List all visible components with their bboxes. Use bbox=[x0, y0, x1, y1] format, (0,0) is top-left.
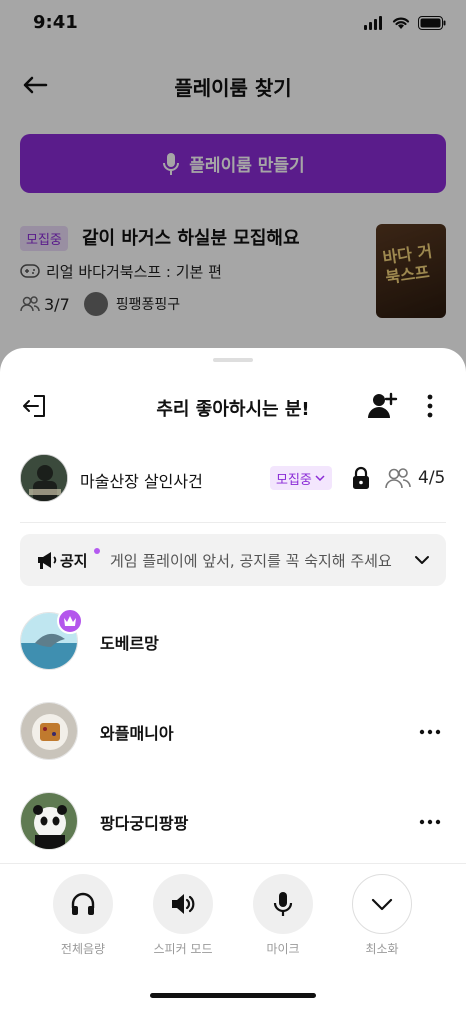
minimize-button[interactable] bbox=[352, 874, 412, 934]
volume-control[interactable]: 전체음량 bbox=[43, 874, 123, 957]
avatar bbox=[20, 702, 78, 760]
controls-divider bbox=[0, 863, 466, 864]
notice-bar[interactable]: 공지 게임 플레이에 앞서, 공지를 꼭 숙지해 주세요 bbox=[20, 534, 446, 586]
megaphone-icon bbox=[38, 552, 57, 569]
game-thumbnail bbox=[20, 454, 68, 502]
avatar bbox=[20, 792, 78, 850]
host-crown-badge bbox=[57, 608, 83, 634]
sheet-header: 추리 좋아하시는 분! bbox=[0, 384, 466, 428]
playroom-bottom-sheet: 추리 좋아하시는 분! 마술산장 살인사건 모집중 4/5 공지 게임 플레이에… bbox=[0, 348, 466, 1009]
game-name: 마술산장 살인사건 bbox=[80, 472, 203, 491]
notice-text: 게임 플레이에 앞서, 공지를 꼭 숙지해 주세요 bbox=[110, 552, 392, 570]
more-vertical-icon[interactable] bbox=[420, 392, 440, 420]
recruit-status-dropdown[interactable]: 모집중 bbox=[270, 466, 332, 490]
add-user-icon[interactable] bbox=[366, 390, 398, 422]
mic-button[interactable] bbox=[253, 874, 313, 934]
member-row[interactable]: 팡다궁디팡팡 bbox=[20, 792, 446, 852]
minimize-label: 최소화 bbox=[365, 942, 399, 956]
more-horizontal-icon[interactable] bbox=[418, 812, 442, 832]
mic-label: 마이크 bbox=[266, 942, 300, 956]
chevron-down-icon bbox=[315, 475, 325, 482]
recruit-status-label: 모집중 bbox=[276, 472, 312, 488]
mic-control[interactable]: 마이크 bbox=[243, 874, 323, 957]
volume-label: 전체음량 bbox=[60, 942, 106, 956]
people-icon bbox=[385, 468, 411, 489]
panda-avatar-art bbox=[21, 793, 77, 849]
divider bbox=[20, 522, 446, 523]
speaker-mode-button[interactable] bbox=[153, 874, 213, 934]
crown-icon bbox=[64, 616, 76, 626]
waffle-avatar-art bbox=[21, 703, 77, 759]
notice-new-dot bbox=[94, 548, 100, 554]
member-row[interactable]: 와플매니아 bbox=[20, 702, 446, 762]
mic-icon bbox=[273, 892, 293, 916]
headphones-icon bbox=[71, 892, 95, 915]
game-info-row: 마술산장 살인사건 모집중 4/5 bbox=[20, 452, 446, 504]
speaker-mode-control[interactable]: 스피커 모드 bbox=[143, 874, 223, 957]
member-row[interactable]: 도베르망 bbox=[20, 608, 446, 672]
lock-icon bbox=[353, 466, 369, 489]
game-thumbnail-art bbox=[21, 455, 67, 501]
people-count: 4/5 bbox=[418, 468, 446, 488]
sheet-grabber[interactable] bbox=[213, 358, 253, 362]
home-indicator bbox=[150, 993, 316, 998]
member-name: 도베르망 bbox=[100, 634, 159, 653]
member-name: 와플매니아 bbox=[100, 724, 174, 743]
more-horizontal-icon[interactable] bbox=[418, 722, 442, 742]
notice-label: 공지 bbox=[60, 552, 88, 570]
chevron-down-icon bbox=[371, 898, 393, 911]
volume-button[interactable] bbox=[53, 874, 113, 934]
member-name: 팡다궁디팡팡 bbox=[100, 814, 189, 833]
speaker-icon bbox=[172, 894, 195, 914]
speaker-mode-label: 스피커 모드 bbox=[153, 942, 213, 956]
chevron-down-icon[interactable] bbox=[412, 551, 432, 569]
minimize-control[interactable]: 최소화 bbox=[342, 874, 422, 957]
